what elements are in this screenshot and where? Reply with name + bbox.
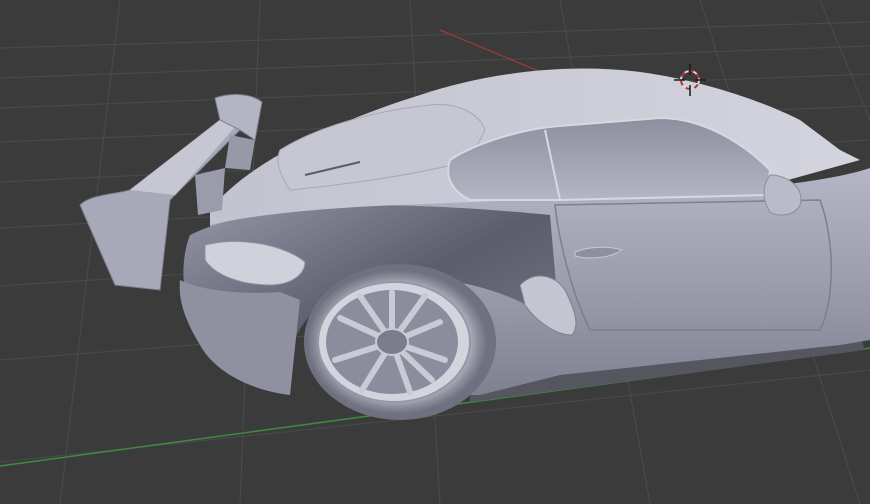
rear-wheel: [304, 264, 496, 420]
rear-bumper: [179, 280, 300, 395]
3d-viewport[interactable]: [0, 0, 870, 504]
viewport-canvas[interactable]: [0, 0, 870, 504]
car-model[interactable]: [79, 68, 870, 420]
side-mirror: [763, 174, 802, 216]
